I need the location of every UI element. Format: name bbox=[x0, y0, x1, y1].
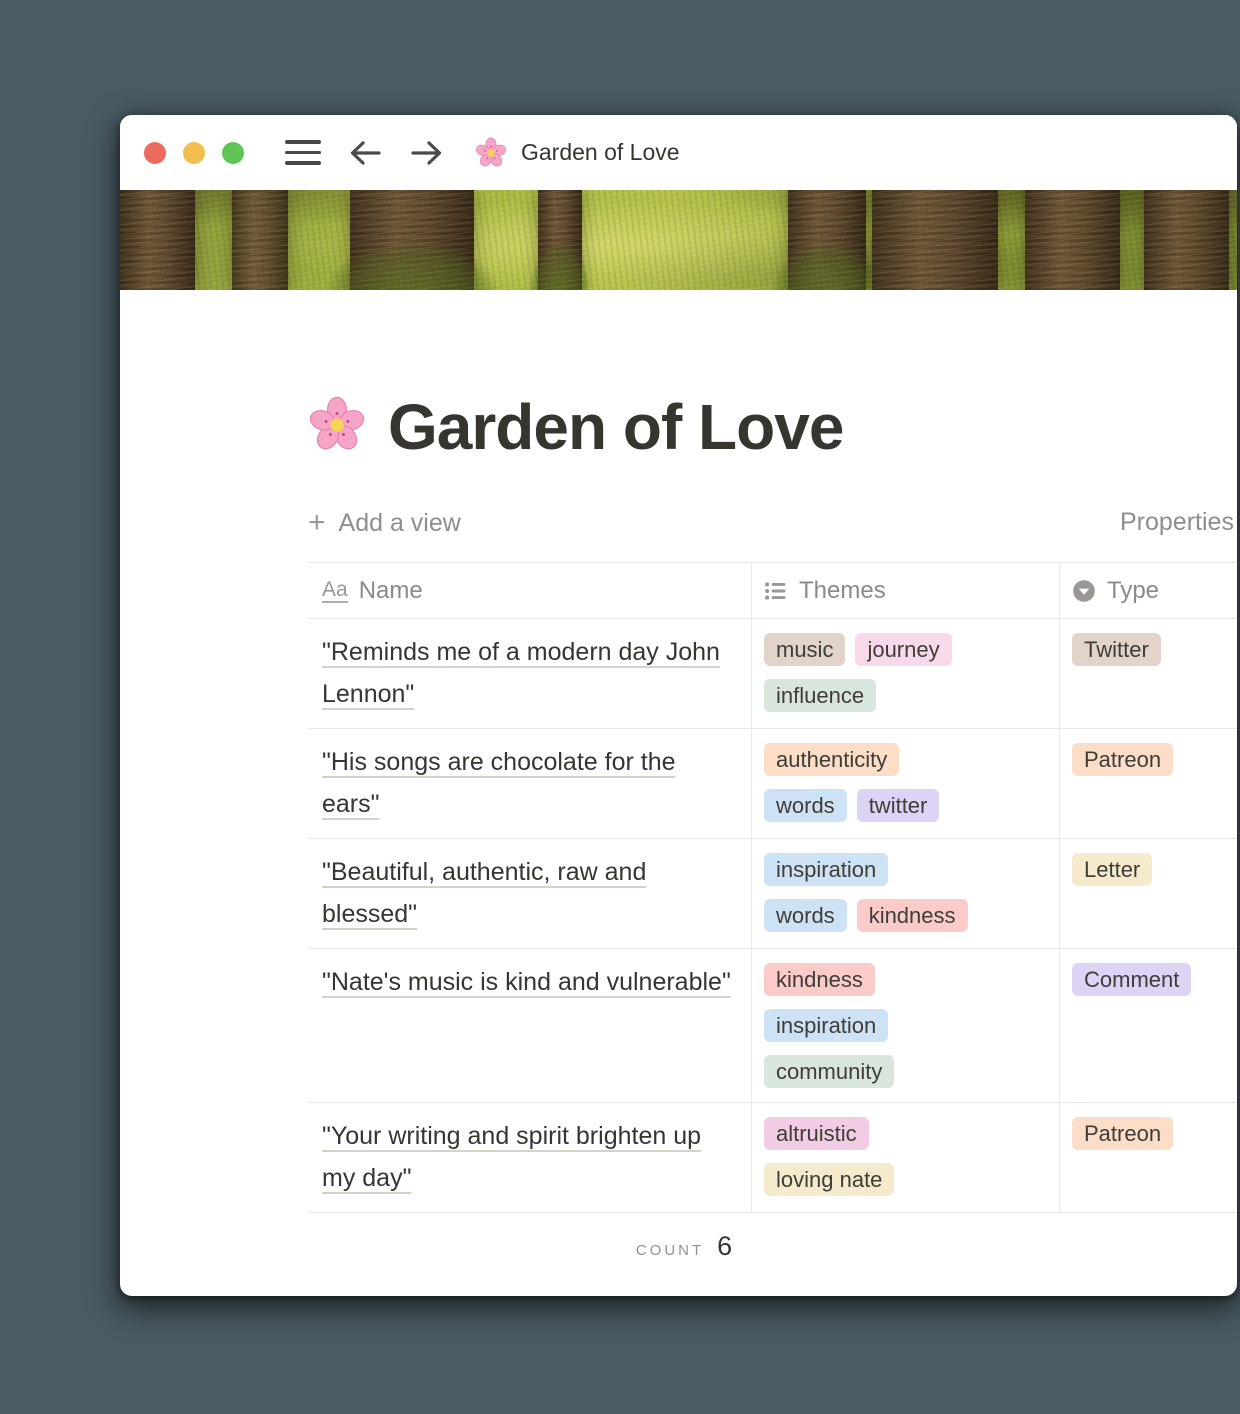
row-title-link[interactable]: "Your writing and spirit brighten up my … bbox=[322, 1122, 701, 1192]
theme-tag: inspiration bbox=[764, 853, 888, 886]
column-header-type[interactable]: Type bbox=[1060, 563, 1237, 618]
themes-cell[interactable]: inspiration words kindness bbox=[752, 839, 1060, 948]
row-title-link[interactable]: "Beautiful, authentic, raw and blessed" bbox=[322, 858, 646, 928]
type-cell[interactable]: Patreon bbox=[1060, 1103, 1237, 1212]
select-dropdown-icon bbox=[1072, 579, 1096, 603]
tree-trunk bbox=[1144, 190, 1229, 290]
themes-cell[interactable]: music journey influence bbox=[752, 619, 1060, 728]
view-toolbar: + Add a view Properties bbox=[308, 500, 1237, 546]
table-body: "Reminds me of a modern day John Lennon"… bbox=[308, 619, 1237, 1213]
theme-tag: words bbox=[764, 789, 847, 822]
close-window-button[interactable] bbox=[144, 142, 166, 164]
theme-tag: influence bbox=[764, 679, 876, 712]
database-table: Aa Name Themes bbox=[308, 562, 1237, 1284]
table-row: "Beautiful, authentic, raw and blessed" i… bbox=[308, 839, 1237, 949]
menu-icon[interactable] bbox=[285, 140, 321, 165]
name-cell[interactable]: "Reminds me of a modern day John Lennon" bbox=[308, 619, 752, 728]
table-row: "His songs are chocolate for the ears" au… bbox=[308, 729, 1237, 839]
name-cell[interactable]: "Nate's music is kind and vulnerable" bbox=[308, 949, 752, 1102]
page-title-text: Garden of Love bbox=[388, 390, 843, 464]
theme-tag: kindness bbox=[764, 963, 875, 996]
type-tag: Twitter bbox=[1072, 633, 1161, 666]
type-tag: Letter bbox=[1072, 853, 1152, 886]
cover-image bbox=[120, 190, 1237, 290]
type-cell[interactable]: Patreon bbox=[1060, 729, 1237, 838]
type-cell[interactable]: Comment bbox=[1060, 949, 1237, 1102]
cherry-blossom-icon bbox=[308, 396, 366, 459]
table-row: "Nate's music is kind and vulnerable" kin… bbox=[308, 949, 1237, 1103]
theme-tag: music bbox=[764, 633, 845, 666]
theme-tag: journey bbox=[855, 633, 951, 666]
column-header-themes[interactable]: Themes bbox=[752, 563, 1060, 618]
column-header-name[interactable]: Aa Name bbox=[308, 563, 752, 618]
tree-trunk bbox=[232, 190, 288, 290]
multi-select-list-icon bbox=[764, 579, 788, 603]
window-titlebar: Garden of Love bbox=[120, 115, 1237, 190]
minimize-window-button[interactable] bbox=[183, 142, 205, 164]
desktop-background: { "window": { "titlebar": { "title": "Ga… bbox=[0, 0, 1240, 1414]
back-arrow-icon[interactable] bbox=[347, 138, 383, 168]
zoom-window-button[interactable] bbox=[222, 142, 244, 164]
theme-tag: authenticity bbox=[764, 743, 899, 776]
name-cell[interactable]: "His songs are chocolate for the ears" bbox=[308, 729, 752, 838]
themes-cell[interactable]: authenticity words twitter bbox=[752, 729, 1060, 838]
properties-button[interactable]: Properties bbox=[1120, 508, 1234, 537]
theme-tag: words bbox=[764, 899, 847, 932]
theme-tag: inspiration bbox=[764, 1009, 888, 1042]
theme-tag: kindness bbox=[857, 899, 968, 932]
table-header-row: Aa Name Themes bbox=[308, 562, 1237, 619]
themes-cell[interactable]: kindness inspiration community bbox=[752, 949, 1060, 1102]
app-window: Garden of Love bbox=[120, 115, 1237, 1296]
page-title: Garden of Love bbox=[308, 390, 1237, 464]
tree-trunk bbox=[120, 190, 195, 290]
tree-trunk bbox=[350, 190, 474, 290]
theme-tag: twitter bbox=[857, 789, 940, 822]
tree-trunk bbox=[1025, 190, 1120, 290]
tree-trunk bbox=[788, 190, 866, 290]
themes-cell[interactable]: altruistic loving nate bbox=[752, 1103, 1060, 1212]
cherry-blossom-icon bbox=[475, 137, 507, 169]
type-cell[interactable]: Twitter bbox=[1060, 619, 1237, 728]
theme-tag: loving nate bbox=[764, 1163, 894, 1196]
title-text-icon: Aa bbox=[322, 578, 348, 603]
plus-icon: + bbox=[308, 508, 326, 538]
row-title-link[interactable]: "Nate's music is kind and vulnerable" bbox=[322, 968, 731, 996]
count-footer[interactable]: COUNT 6 bbox=[308, 1213, 1060, 1284]
add-view-label: Add a view bbox=[339, 509, 461, 538]
type-tag: Comment bbox=[1072, 963, 1191, 996]
forward-arrow-icon[interactable] bbox=[409, 138, 445, 168]
count-label: COUNT bbox=[636, 1242, 704, 1259]
type-tag: Patreon bbox=[1072, 1117, 1173, 1150]
column-label: Themes bbox=[799, 577, 886, 605]
name-cell[interactable]: "Your writing and spirit brighten up my … bbox=[308, 1103, 752, 1212]
window-title: Garden of Love bbox=[521, 139, 680, 166]
name-cell[interactable]: "Beautiful, authentic, raw and blessed" bbox=[308, 839, 752, 948]
tree-trunk bbox=[538, 190, 582, 290]
tree-trunk bbox=[872, 190, 998, 290]
theme-tag: altruistic bbox=[764, 1117, 869, 1150]
row-title-link[interactable]: "His songs are chocolate for the ears" bbox=[322, 748, 676, 818]
type-tag: Patreon bbox=[1072, 743, 1173, 776]
add-view-button[interactable]: + Add a view bbox=[308, 508, 461, 538]
row-title-link[interactable]: "Reminds me of a modern day John Lennon" bbox=[322, 638, 720, 708]
count-value: 6 bbox=[717, 1231, 732, 1262]
table-row: "Reminds me of a modern day John Lennon"… bbox=[308, 619, 1237, 729]
theme-tag: community bbox=[764, 1055, 894, 1088]
column-label: Name bbox=[359, 577, 423, 605]
table-row: "Your writing and spirit brighten up my … bbox=[308, 1103, 1237, 1213]
type-cell[interactable]: Letter bbox=[1060, 839, 1237, 948]
column-label: Type bbox=[1107, 577, 1159, 605]
